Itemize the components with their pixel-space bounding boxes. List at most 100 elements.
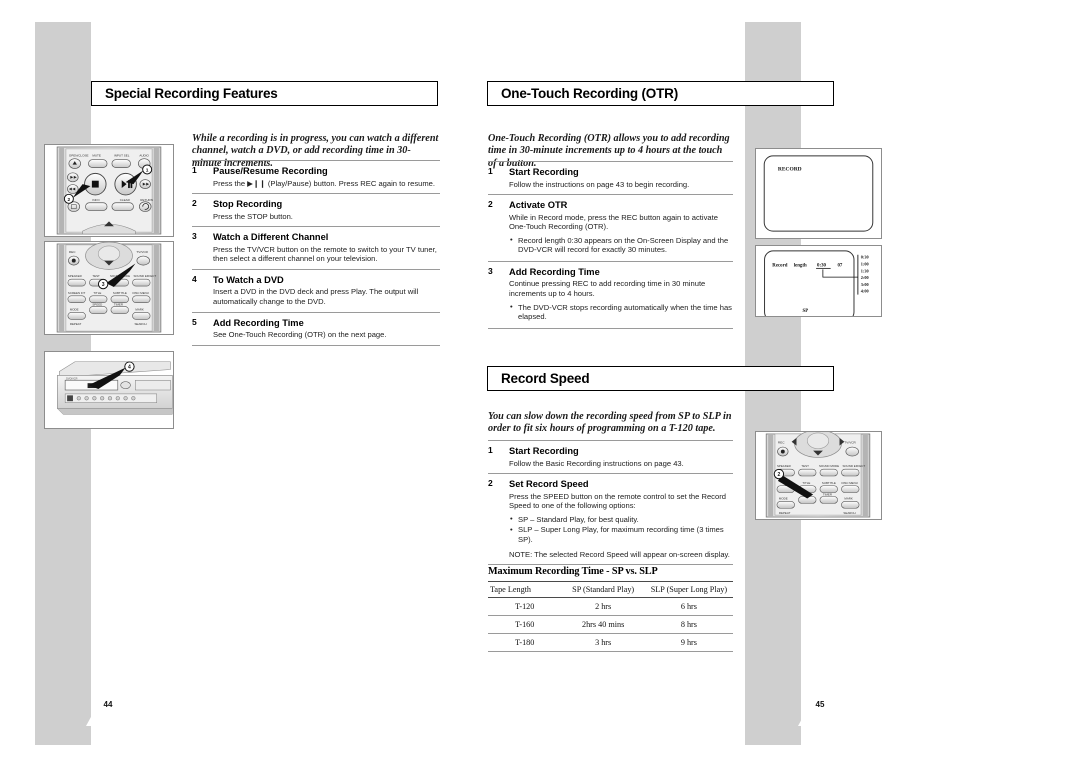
- intro-paragraph-record-speed: You can slow down the recording speed fr…: [488, 411, 732, 435]
- step-heading: Watch a Different Channel: [213, 232, 329, 243]
- step-description: See One-Touch Recording (OTR) on the nex…: [213, 330, 387, 340]
- step-number: 1: [488, 445, 493, 455]
- step-heading: Pause/Resume Recording: [213, 166, 328, 176]
- cell-slp-time: 9 hrs: [644, 633, 733, 652]
- step-description: Press the ▶❙❙ (Play/Pause) button. Press…: [213, 178, 436, 188]
- step-note: NOTE: The selected Record Speed will app…: [509, 549, 730, 559]
- svg-text:SOUND EFFECT: SOUND EFFECT: [133, 274, 156, 278]
- table-row: T-120 2 hrs 6 hrs: [488, 597, 733, 616]
- step-description: Press the TV/VCR button on the remote to…: [213, 244, 437, 264]
- column-header-slp: SLP (Super Long Play): [644, 581, 733, 598]
- svg-text:SCREEN FIT: SCREEN FIT: [68, 291, 86, 295]
- svg-text:DISC MENU: DISC MENU: [132, 291, 148, 295]
- manual-page-spread: Special Recording Features One-Touch Rec…: [0, 0, 1080, 763]
- step-item: 1 Start Recording Follow the Basic Recor…: [488, 440, 733, 473]
- svg-text:SPEED: SPEED: [92, 303, 102, 307]
- step-number: 1: [488, 166, 493, 176]
- cell-slp-time: 6 hrs: [644, 597, 733, 616]
- svg-text:SPEAKER: SPEAKER: [68, 274, 82, 278]
- svg-text:REPEAT: REPEAT: [70, 322, 82, 326]
- svg-text:TEST: TEST: [801, 464, 809, 468]
- svg-text:REPEAT: REPEAT: [779, 511, 791, 515]
- svg-text:DVD/VCR: DVD/VCR: [66, 377, 78, 380]
- section-header-special-recording: Special Recording Features: [91, 81, 438, 106]
- svg-text:SOUND EFFECT: SOUND EFFECT: [842, 464, 865, 468]
- svg-text:Record: Record: [772, 263, 787, 268]
- table-row: T-180 3 hrs 9 hrs: [488, 633, 733, 652]
- illustration-remote-functions: REC TV/VCR SPEAKER TEST SOUND MODE SOUND…: [44, 241, 174, 335]
- column-header-sp: SP (Standard Play): [561, 581, 645, 598]
- step-bullet-list: SP – Standard Play, for best quality. SL…: [509, 514, 733, 545]
- cell-sp-time: 2 hrs: [561, 597, 645, 616]
- step-description: Press the SPEED button on the remote con…: [509, 491, 726, 511]
- step-item: 3 Watch a Different Channel Press the TV…: [192, 226, 440, 269]
- svg-text:1: 1: [146, 167, 149, 173]
- svg-text:RETURN: RETURN: [140, 198, 153, 202]
- illustration-dvd-vcr-front-panel: DVD/VCR 4: [44, 351, 174, 429]
- svg-text:2:00: 2:00: [861, 275, 869, 280]
- step-item: 3 Add Recording Time Continue pressing R…: [488, 260, 733, 329]
- svg-text:OPEN/CLOSE: OPEN/CLOSE: [69, 154, 89, 158]
- illustration-osd-record: RECORD: [755, 148, 882, 239]
- svg-text:DISC MENU: DISC MENU: [841, 481, 857, 485]
- svg-text:07: 07: [837, 263, 842, 268]
- page-number-text: 45: [815, 700, 825, 709]
- cell-sp-time: 2hrs 40 mins: [561, 615, 645, 634]
- svg-text:4:00: 4:00: [861, 289, 869, 294]
- step-list-one-touch-recording: 1 Start Recording Follow the instruction…: [488, 161, 733, 329]
- svg-text:MARK: MARK: [844, 496, 852, 500]
- svg-text:MODE: MODE: [70, 308, 79, 312]
- step-item: 4 To Watch a DVD Insert a DVD in the DVD…: [192, 268, 440, 312]
- page-number-left: 44: [86, 686, 130, 726]
- step-description: Follow the instructions on page 43 to be…: [509, 179, 690, 189]
- illustration-remote-transport: OPEN/CLOSE MUTE INPUT SEL AUDIO INFO CLE…: [44, 144, 174, 237]
- svg-text:length: length: [794, 263, 807, 268]
- step-number: 5: [192, 316, 197, 327]
- step-item: 2 Activate OTR While in Record mode, pre…: [488, 194, 733, 261]
- recording-time-table: Tape Length SP (Standard Play) SLP (Supe…: [488, 581, 733, 652]
- section-header-record-speed: Record Speed: [487, 366, 834, 391]
- step-bullet-list: The DVD-VCR stops recording automaticall…: [509, 302, 733, 322]
- svg-text:INFO: INFO: [92, 198, 100, 202]
- svg-text:1:00: 1:00: [861, 261, 869, 266]
- svg-text:REC: REC: [69, 250, 76, 254]
- step-heading: To Watch a DVD: [213, 274, 284, 285]
- cell-tape-length: T-120: [488, 597, 562, 616]
- svg-text:MUTE: MUTE: [92, 154, 101, 158]
- step-number: 1: [192, 165, 197, 175]
- step-description: While in Record mode, press the REC butt…: [509, 212, 718, 232]
- svg-text:SUBTITLE: SUBTITLE: [113, 291, 127, 295]
- step-bullet-list: Record length 0:30 appears on the On-Scr…: [509, 235, 733, 255]
- table-header-row: Tape Length SP (Standard Play) SLP (Supe…: [488, 581, 733, 598]
- svg-text:4: 4: [128, 365, 131, 371]
- step-item: 1 Start Recording Follow the instruction…: [488, 161, 733, 194]
- step-item: 5 Add Recording Time See One-Touch Recor…: [192, 311, 440, 346]
- cell-slp-time: 8 hrs: [644, 615, 733, 634]
- svg-text:1:30: 1:30: [861, 268, 869, 273]
- section-title-text: One-Touch Recording (OTR): [501, 86, 678, 101]
- step-heading: Stop Recording: [213, 199, 283, 210]
- step-description: Continue pressing REC to add recording t…: [509, 279, 706, 299]
- step-number: 4: [192, 273, 197, 284]
- table-row: T-160 2hrs 40 mins 8 hrs: [488, 615, 733, 634]
- cell-sp-time: 3 hrs: [561, 633, 645, 652]
- illustration-remote-speed-button: REC TV/VCR SPEAKER TEST SOUND MODE SOUND…: [755, 431, 882, 520]
- svg-text:TITLE: TITLE: [802, 481, 810, 485]
- step-number: 2: [192, 198, 197, 209]
- svg-text:MARK: MARK: [135, 308, 143, 312]
- step-heading: Set Record Speed: [509, 479, 589, 490]
- step-bullet: SP – Standard Play, for best quality.: [509, 514, 733, 525]
- step-heading: Start Recording: [509, 446, 579, 456]
- svg-text:INPUT SEL: INPUT SEL: [114, 154, 130, 158]
- svg-text:MODE: MODE: [779, 496, 788, 500]
- svg-text:CLEAR: CLEAR: [120, 198, 131, 202]
- cell-tape-length: T-180: [488, 633, 562, 652]
- step-item: 2 Stop Recording Press the STOP button.: [192, 193, 440, 226]
- svg-text:3:00: 3:00: [861, 282, 869, 287]
- svg-text:TIMER: TIMER: [114, 303, 123, 307]
- column-header-tape-length: Tape Length: [488, 581, 562, 598]
- svg-text:3: 3: [102, 282, 105, 288]
- recording-time-table-block: Maximum Recording Time - SP vs. SLP Tape…: [488, 566, 733, 652]
- step-item: 2 Set Record Speed Press the SPEED butto…: [488, 473, 733, 566]
- svg-text:0:30: 0:30: [817, 263, 826, 268]
